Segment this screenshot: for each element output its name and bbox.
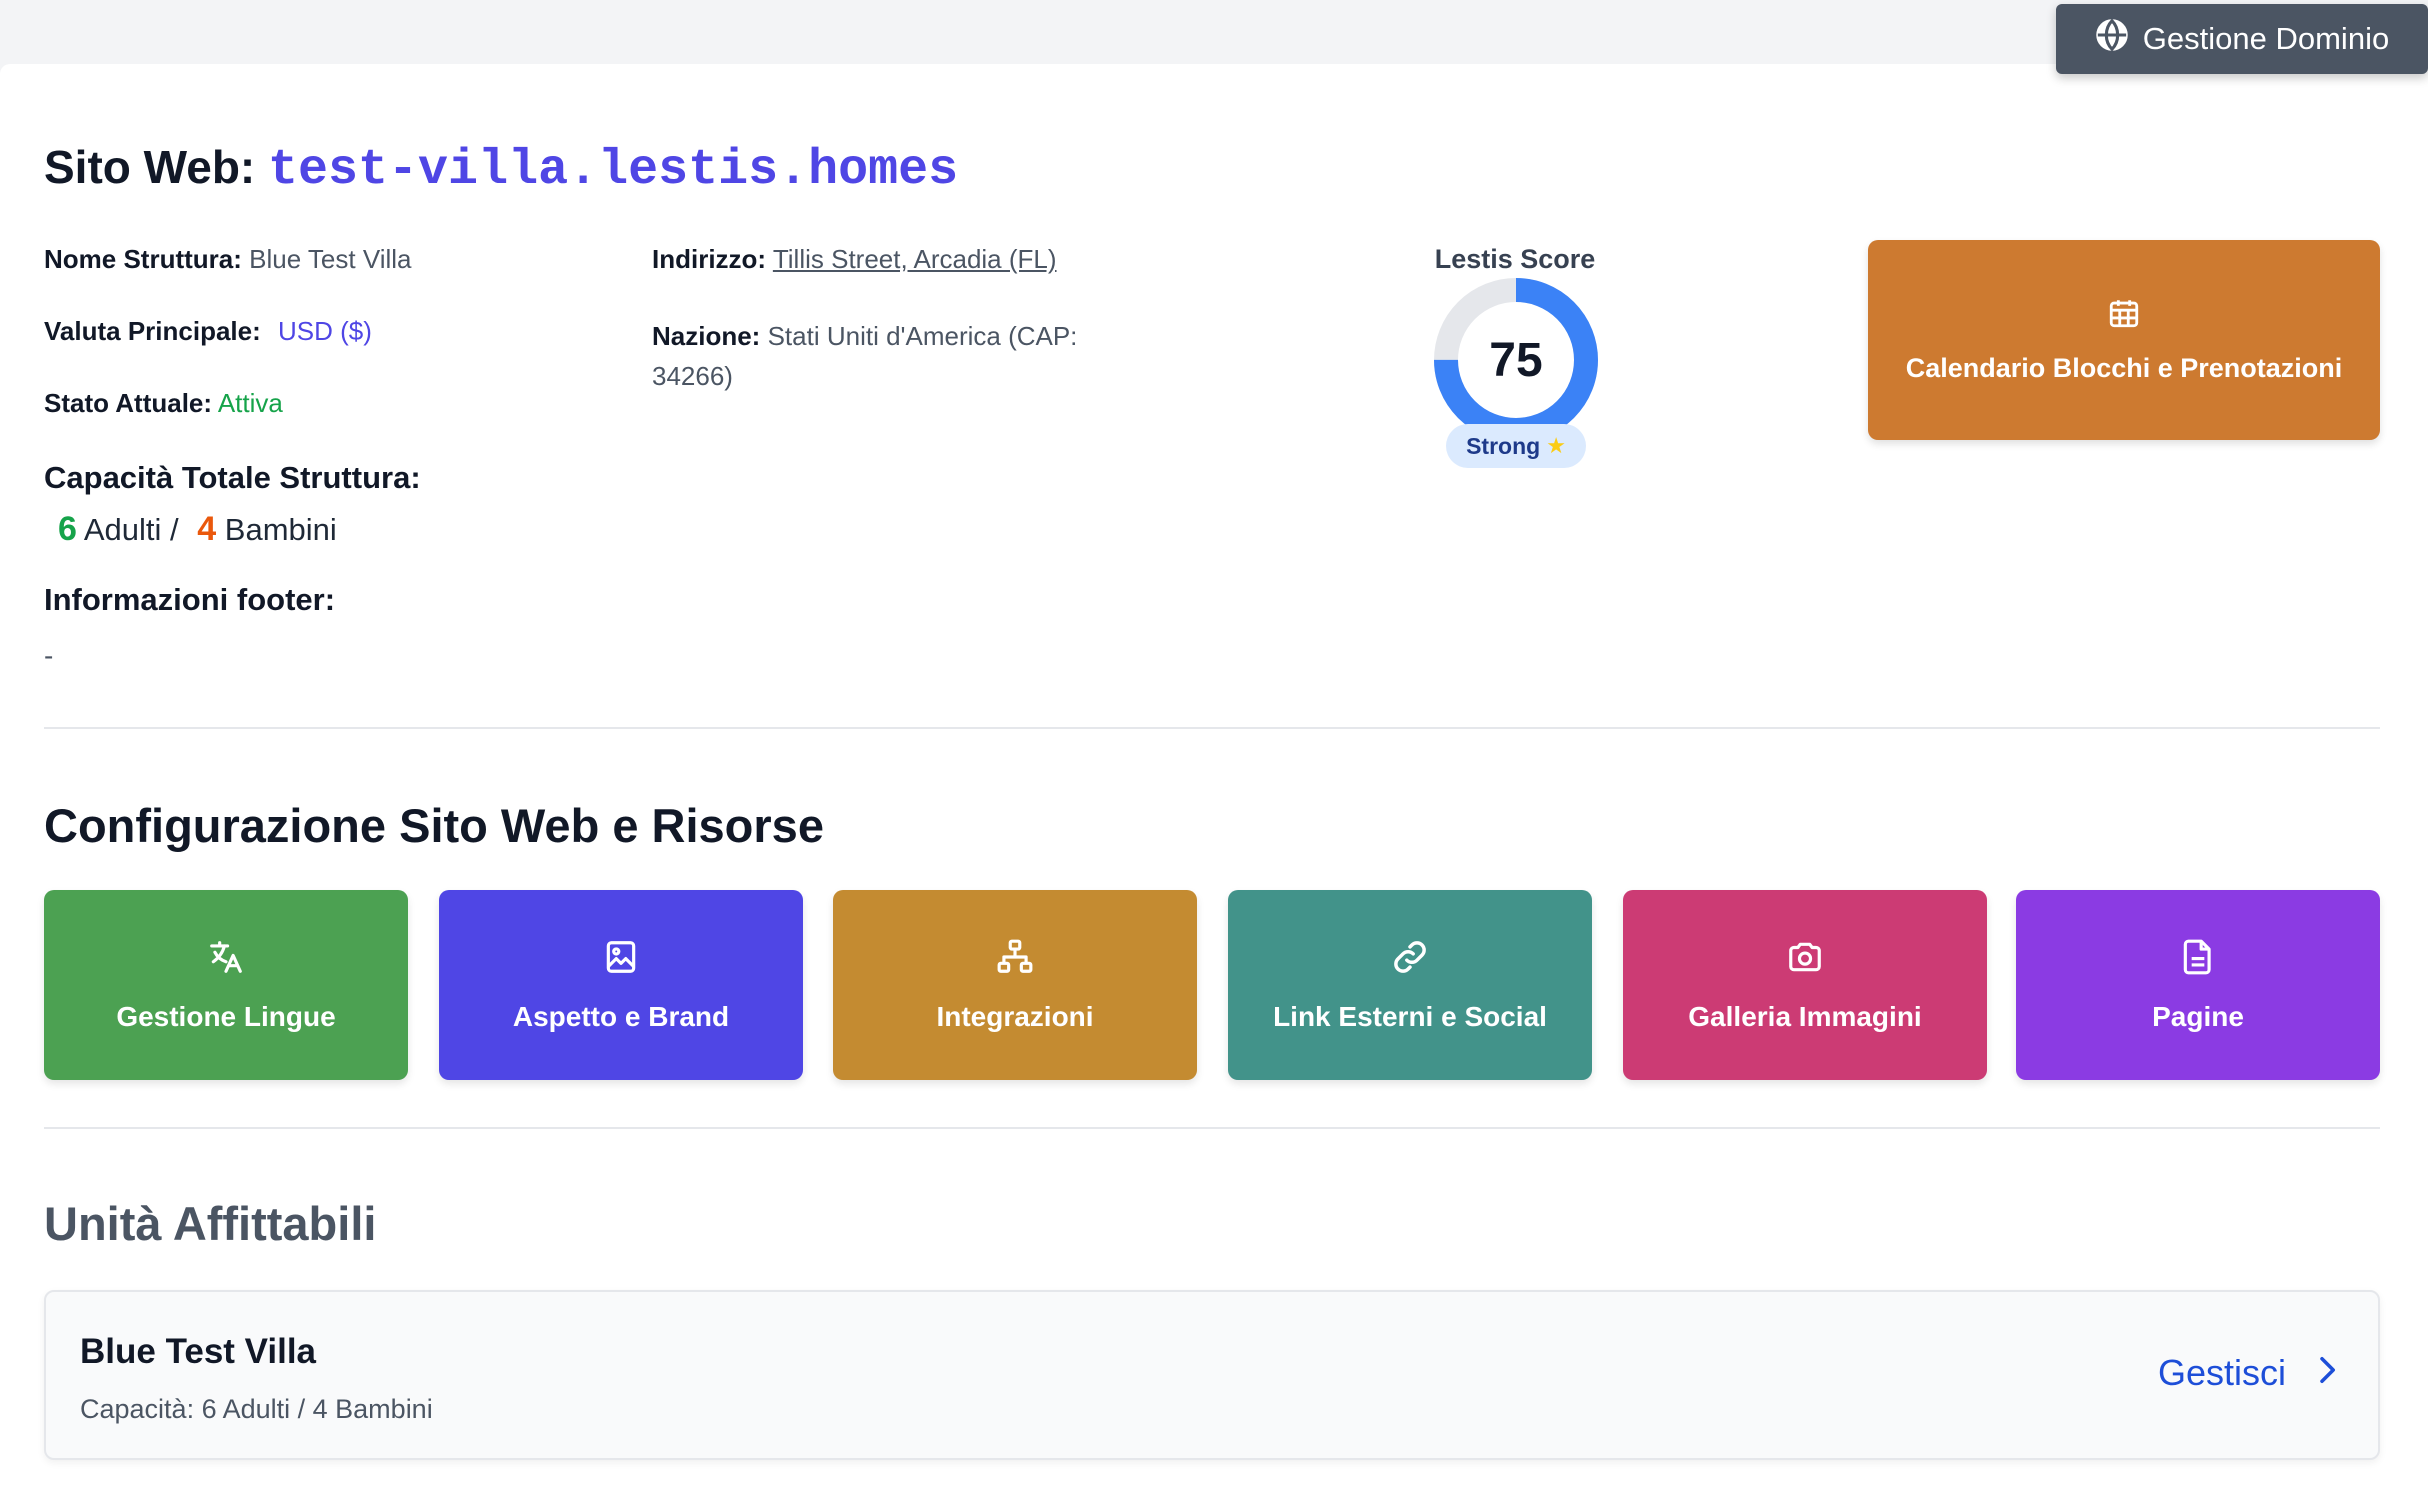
star-icon: ★ bbox=[1546, 433, 1566, 458]
children-label: Bambini bbox=[224, 512, 337, 547]
tile-integrations[interactable]: Integrazioni bbox=[833, 890, 1197, 1080]
address-label: Indirizzo: bbox=[652, 244, 767, 274]
site-domain[interactable]: test-villa.lestis.homes bbox=[268, 142, 958, 199]
status-row: Stato Attuale: Attiva bbox=[44, 388, 283, 419]
tile-label: Pagine bbox=[2152, 1000, 2244, 1032]
country-zip: 34266) bbox=[652, 361, 733, 391]
children-count: 4 bbox=[197, 510, 217, 548]
domain-management-label: Gestione Dominio bbox=[2142, 21, 2390, 56]
capacity-title: Capacità Totale Struttura: bbox=[44, 460, 421, 495]
tile-languages[interactable]: Gestione Lingue bbox=[44, 890, 408, 1080]
calendar-icon bbox=[2107, 296, 2141, 337]
site-title-prefix: Sito Web: bbox=[44, 141, 256, 193]
chevron-right-icon bbox=[2312, 1352, 2342, 1394]
page-title: Sito Web: test-villa.lestis.homes bbox=[44, 140, 958, 199]
manage-unit-button[interactable]: Gestisci bbox=[2158, 1352, 2342, 1394]
capacity-values: 6 Adulti / 4 Bambini bbox=[58, 510, 337, 549]
country-value: Stati Uniti d'America (CAP: bbox=[767, 321, 1078, 351]
tile-external-links[interactable]: Link Esterni e Social bbox=[1228, 890, 1592, 1080]
config-section-title: Configurazione Sito Web e Risorse bbox=[44, 799, 824, 852]
link-icon bbox=[1391, 938, 1429, 983]
score-badge-label: Strong bbox=[1466, 432, 1541, 459]
document-icon bbox=[2179, 938, 2217, 983]
score-value: 75 bbox=[1489, 333, 1543, 387]
country-label: Nazione: bbox=[652, 321, 761, 351]
camera-icon bbox=[1786, 938, 1824, 983]
status-label: Stato Attuale: bbox=[44, 388, 213, 418]
tile-brand[interactable]: Aspetto e Brand bbox=[439, 890, 803, 1080]
currency-row: Valuta Principale: USD ($) bbox=[44, 316, 372, 347]
translate-icon bbox=[207, 938, 245, 983]
country-row: Nazione: Stati Uniti d'America (CAP: 342… bbox=[652, 316, 1077, 396]
manage-unit-label: Gestisci bbox=[2157, 1352, 2286, 1393]
address-link[interactable]: Tillis Street, Arcadia (FL) bbox=[773, 244, 1057, 274]
unit-card: Blue Test Villa Capacità: 6 Adulti / 4 B… bbox=[44, 1290, 2380, 1460]
address-row: Indirizzo: Tillis Street, Arcadia (FL) bbox=[652, 244, 1057, 275]
calendar-button-label: Calendario Blocchi e Prenotazioni bbox=[1905, 353, 2343, 383]
adults-label: Adulti / bbox=[83, 512, 179, 547]
status-badge: Attiva bbox=[217, 388, 283, 418]
structure-name-row: Nome Struttura: Blue Test Villa bbox=[44, 244, 412, 275]
tile-label: Link Esterni e Social bbox=[1273, 1000, 1547, 1032]
network-icon bbox=[996, 938, 1034, 983]
score-badge: Strong ★ bbox=[1446, 424, 1586, 468]
domain-management-button[interactable]: Gestione Dominio bbox=[2056, 4, 2428, 74]
unit-name: Blue Test Villa bbox=[80, 1332, 317, 1371]
units-section-title: Unità Affittabili bbox=[44, 1197, 377, 1250]
currency-value: USD ($) bbox=[277, 316, 372, 346]
currency-label: Valuta Principale: bbox=[44, 316, 261, 346]
divider bbox=[44, 1127, 2380, 1129]
globe-icon bbox=[2095, 18, 2129, 60]
tile-label: Integrazioni bbox=[936, 1000, 1094, 1032]
image-icon bbox=[602, 938, 640, 983]
footer-info-value: - bbox=[44, 640, 54, 671]
footer-info-title: Informazioni footer: bbox=[44, 582, 336, 617]
structure-name-label: Nome Struttura: bbox=[44, 244, 242, 274]
tile-label: Galleria Immagini bbox=[1688, 1000, 1922, 1032]
tile-label: Aspetto e Brand bbox=[512, 1000, 730, 1032]
calendar-button[interactable]: Calendario Blocchi e Prenotazioni bbox=[1868, 240, 2380, 440]
score-title: Lestis Score bbox=[1434, 244, 1596, 274]
tile-label: Gestione Lingue bbox=[116, 1000, 336, 1032]
adults-count: 6 bbox=[58, 510, 77, 548]
structure-name-value: Blue Test Villa bbox=[249, 244, 412, 274]
tile-pages[interactable]: Pagine bbox=[2016, 890, 2380, 1080]
unit-capacity: Capacità: 6 Adulti / 4 Bambini bbox=[80, 1394, 433, 1424]
tile-gallery[interactable]: Galleria Immagini bbox=[1623, 890, 1987, 1080]
divider bbox=[44, 727, 2380, 729]
